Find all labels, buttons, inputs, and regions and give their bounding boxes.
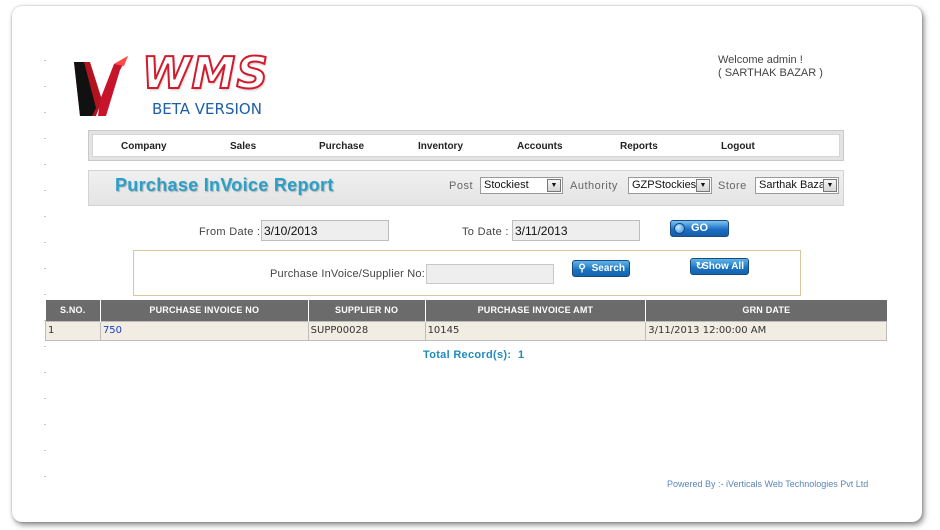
cell-grn-date: 3/11/2013 12:00:00 AM — [645, 320, 887, 341]
invoice-search-label: Purchase InVoice/Supplier No: — [270, 268, 425, 280]
nav-reports[interactable]: Reports — [620, 141, 658, 152]
chevron-down-icon: ▼ — [823, 179, 837, 192]
nav-accounts[interactable]: Accounts — [517, 141, 563, 152]
go-button[interactable]: GO — [670, 220, 729, 237]
authority-select[interactable]: GZPStockies ▼ — [628, 177, 712, 194]
welcome-store: ( SARTHAK BAZAR ) — [718, 67, 823, 79]
search-button-label: Search — [591, 263, 625, 274]
col-invoice-no: PURCHASE INVOICE NO — [100, 300, 309, 321]
go-button-label: GO — [690, 222, 709, 234]
nav-inventory[interactable]: Inventory — [418, 141, 463, 152]
post-select-value: Stockiest — [484, 179, 529, 191]
table-header-row: S.NO. PURCHASE INVOICE NO SUPPLIER NO PU… — [45, 300, 887, 321]
search-button[interactable]: ⚲ Search — [572, 260, 630, 277]
nav-sales[interactable]: Sales — [230, 141, 256, 152]
to-date-input[interactable]: 3/11/2013 — [512, 220, 640, 241]
refresh-icon: ↻ — [695, 261, 705, 272]
from-date-input[interactable]: 3/10/2013 — [261, 220, 389, 241]
chevron-down-icon: ▼ — [547, 179, 561, 192]
nav-company[interactable]: Company — [121, 141, 167, 152]
logo-text: WMS — [141, 47, 270, 100]
report-header-bar: Purchase InVoice Report Post Stockiest ▼… — [88, 170, 844, 206]
authority-select-value: GZPStockies — [632, 179, 697, 191]
page-divider-dots — [44, 60, 46, 500]
cell-invoice-amt: 10145 — [424, 320, 647, 341]
from-date-label: From Date : — [199, 226, 261, 238]
logo-mark-icon — [74, 56, 128, 116]
invoice-table: S.NO. PURCHASE INVOICE NO SUPPLIER NO PU… — [45, 300, 887, 341]
show-all-button[interactable]: ↻ Show All — [690, 258, 749, 275]
col-grn-date: GRN DATE — [645, 300, 887, 321]
to-date-label: To Date : — [462, 226, 509, 238]
total-records-value: 1 — [518, 349, 525, 361]
main-nav: Company Sales Purchase Inventory Account… — [88, 130, 844, 161]
page-title: Purchase InVoice Report — [115, 175, 334, 195]
nav-purchase[interactable]: Purchase — [319, 141, 364, 152]
cell-invoice-no: 750 — [99, 320, 309, 341]
col-sno: S.NO. — [45, 300, 101, 321]
search-panel: Purchase InVoice/Supplier No: ⚲ Search ↻… — [133, 250, 801, 296]
post-label: Post — [449, 180, 474, 192]
nav-logout[interactable]: Logout — [721, 141, 755, 152]
store-select-value: Sarthak Baza — [759, 179, 826, 191]
table-row: 1 750 SUPP00028 10145 3/11/2013 12:00:00… — [45, 320, 887, 341]
invoice-link[interactable]: 750 — [103, 325, 122, 336]
show-all-button-label: Show All — [702, 261, 744, 272]
col-invoice-amt: PURCHASE INVOICE AMT — [425, 300, 647, 321]
cell-sno: 1 — [45, 320, 101, 341]
total-records: Total Record(s): 1 — [423, 349, 524, 361]
store-label: Store — [718, 180, 747, 192]
welcome-message: Welcome admin ! ( SARTHAK BAZAR ) — [718, 54, 823, 80]
post-select[interactable]: Stockiest ▼ — [480, 177, 563, 194]
invoice-search-input[interactable] — [426, 264, 554, 284]
chevron-down-icon: ▼ — [696, 179, 710, 192]
col-supplier-no: SUPPLIER NO — [308, 300, 426, 321]
wms-logo: WMS BETA VERSION — [70, 47, 270, 120]
powered-by: Powered By :- iVerticals Web Technologie… — [667, 479, 869, 489]
globe-icon — [674, 223, 685, 234]
authority-label: Authority — [570, 180, 618, 192]
search-icon: ⚲ — [578, 263, 586, 274]
cell-supplier-no: SUPP00028 — [307, 320, 426, 341]
total-records-label: Total Record(s): — [423, 349, 512, 361]
store-select[interactable]: Sarthak Baza ▼ — [755, 177, 839, 194]
logo-subtitle: BETA VERSION — [152, 100, 262, 118]
welcome-line: Welcome admin ! — [718, 54, 803, 66]
